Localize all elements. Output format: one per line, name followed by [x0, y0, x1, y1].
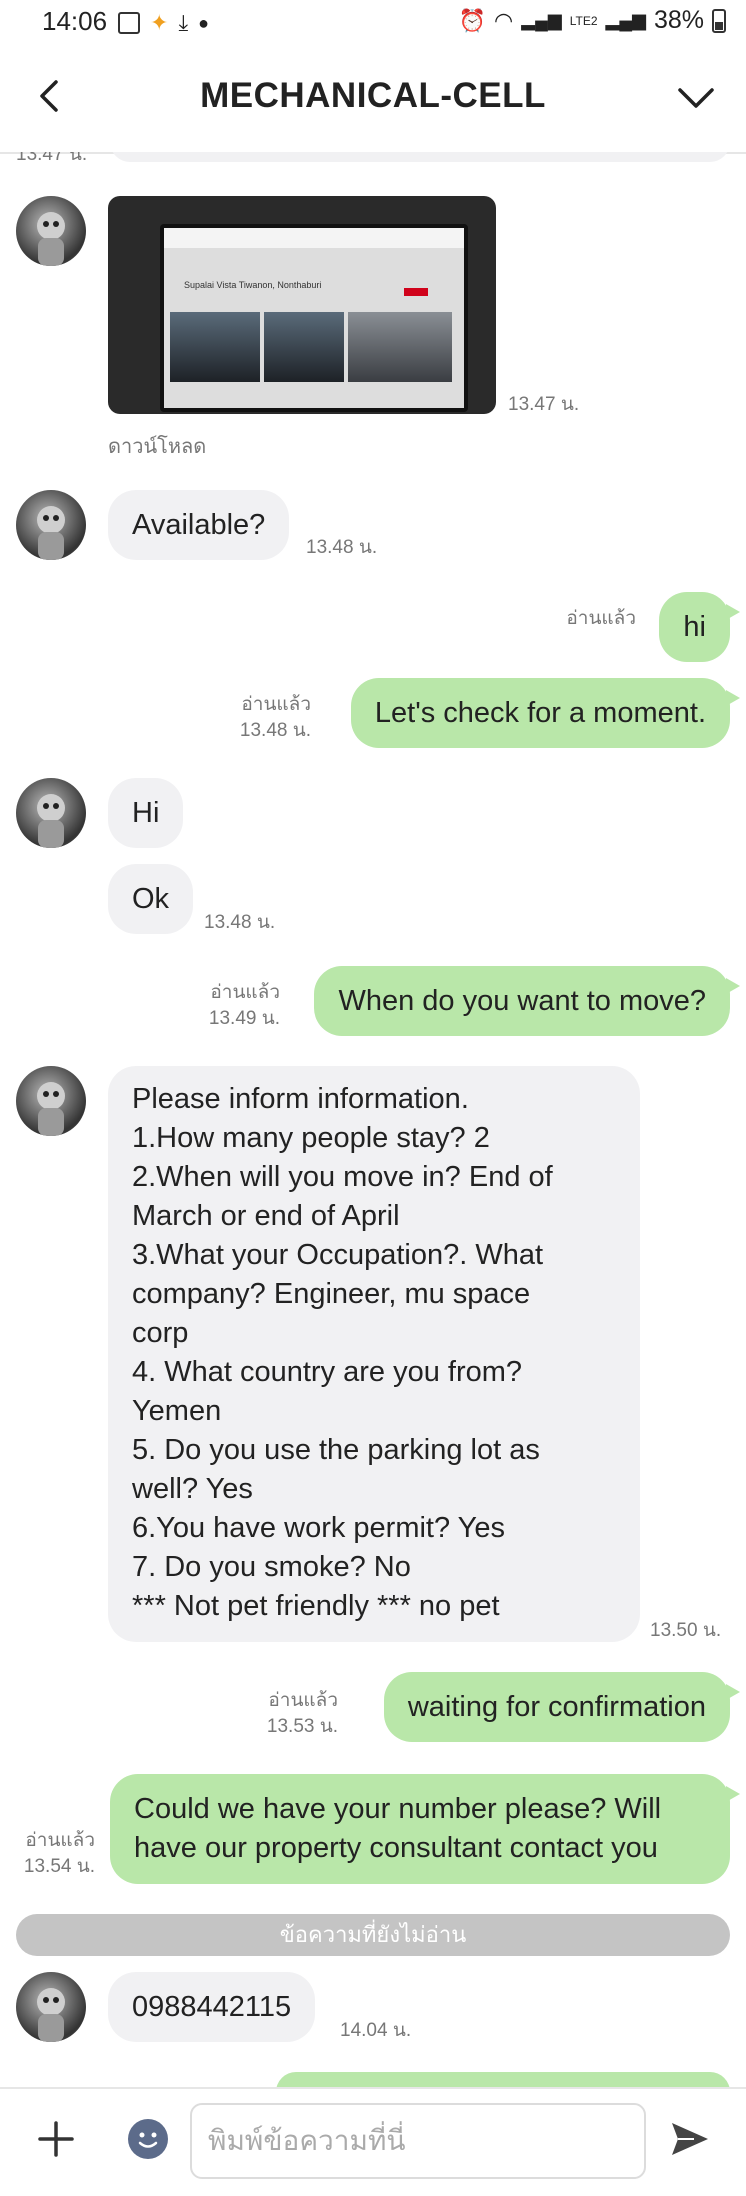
status-time: 14:06	[42, 6, 108, 36]
message-timestamp: 13.48 น.	[306, 537, 378, 558]
message-line: corp	[132, 1317, 189, 1349]
read-receipt: อ่านแล้ว	[268, 1690, 338, 1711]
send-icon[interactable]	[668, 2119, 712, 2159]
message-line: 7. Do you smoke? No	[132, 1551, 411, 1583]
message-timestamp: 13.48 น.	[239, 720, 311, 741]
emoji-icon[interactable]	[128, 2119, 168, 2159]
message-line: Please inform information.	[132, 1083, 469, 1115]
wifi-icon: ◠	[494, 7, 514, 33]
download-link[interactable]: ดาวน์โหลด	[108, 434, 206, 460]
partial-bubble	[110, 152, 730, 162]
message-bubble-incoming[interactable]: Ok	[108, 864, 194, 934]
message-bubble-incoming[interactable]: Please inform information. 1.How many pe…	[108, 1066, 640, 1642]
message-line: *** Not pet friendly *** no pet	[132, 1590, 500, 1622]
photo-room-image	[264, 312, 344, 382]
network-label: LTE2	[569, 13, 598, 28]
message-timestamp: 13.54 น.	[23, 1856, 95, 1877]
message-bubble-outgoing[interactable]: Could we have your number please? Will h…	[110, 1774, 740, 1884]
message-line: 2.When will you move in? End of	[132, 1161, 553, 1193]
chevron-down-icon[interactable]	[676, 80, 716, 114]
status-icons-right: ⏰ ◠ ▂▄▆ LTE2 ▂▄▆ 38%	[459, 6, 726, 35]
message-timestamp: 13.53 น.	[266, 1716, 338, 1737]
message-timestamp: 13.48 น.	[204, 912, 276, 933]
message-timestamp: 13.50 น.	[650, 1620, 722, 1641]
app-icon: ✦	[150, 10, 169, 35]
message-line: 1.How many people stay? 2	[132, 1122, 490, 1154]
chat-header: MECHANICAL-CELL	[0, 46, 746, 154]
avatar[interactable]	[16, 1972, 86, 2042]
battery-percent: 38%	[653, 6, 704, 34]
read-receipt: อ่านแล้ว	[566, 608, 636, 629]
download-icon: ⤓	[178, 10, 189, 35]
message-timestamp: 13.49 น.	[208, 1008, 280, 1029]
unread-divider: ข้อความที่ยังไม่อ่าน	[16, 1914, 730, 1956]
message-line: company? Engineer, mu space	[132, 1278, 531, 1310]
signal-icon-2: ▂▄▆	[605, 10, 646, 30]
message-line: 5. Do you use the parking lot as	[132, 1434, 540, 1466]
photo-screen: Supalai Vista Tiwanon, Nonthaburi	[160, 224, 468, 412]
avatar[interactable]	[16, 778, 86, 848]
status-bar: 14:06 ✦ ⤓ ● ⏰ ◠ ▂▄▆ LTE2 ▂▄▆ 38%	[0, 0, 746, 46]
message-bubble-outgoing[interactable]: Let's check for a moment.	[350, 678, 741, 748]
chat-scroll-area[interactable]: 13.47 น. Supalai Vista Tiwanon, Nonthabu…	[0, 152, 746, 2087]
read-receipt: อ่านแล้ว	[25, 1830, 95, 1851]
message-input[interactable]: พิมพ์ข้อความที่นี่	[190, 2103, 646, 2179]
message-line: March or end of April	[132, 1200, 400, 1232]
photo-room-image	[170, 312, 260, 382]
photo-room-image	[348, 312, 452, 382]
battery-icon	[712, 8, 726, 33]
message-line: 6.You have work permit? Yes	[132, 1512, 505, 1544]
message-bubble-incoming[interactable]: Available?	[108, 490, 290, 560]
signal-icon: ▂▄▆	[521, 10, 562, 30]
message-line: 4. What country are you from?	[132, 1356, 523, 1388]
photo-screen-title: Supalai Vista Tiwanon, Nonthaburi	[184, 280, 322, 290]
message-input-bar: พิมพ์ข้อความที่นี่	[0, 2087, 746, 2196]
message-line: Yemen	[132, 1395, 222, 1427]
message-line: Could we have your number please? Will	[134, 1793, 662, 1825]
alarm-icon: ⏰	[458, 7, 487, 33]
message-bubble-incoming[interactable]: Hi	[108, 778, 184, 848]
photo-button	[404, 288, 428, 296]
message-line: well? Yes	[132, 1473, 253, 1505]
message-bubble-outgoing[interactable]: hi	[659, 592, 740, 662]
avatar[interactable]	[16, 196, 86, 266]
partial-bubble	[276, 2072, 730, 2087]
message-bubble-outgoing[interactable]: waiting for confirmation	[383, 1672, 741, 1742]
read-receipt: อ่านแล้ว	[241, 694, 311, 715]
message-bubble-outgoing[interactable]: When do you want to move?	[314, 966, 740, 1036]
status-icons-left: ✦ ⤓ ●	[118, 10, 209, 36]
message-bubble-incoming[interactable]: 0988442115	[108, 1972, 316, 2042]
avatar[interactable]	[16, 490, 86, 560]
avatar[interactable]	[16, 1066, 86, 1136]
chat-title: MECHANICAL-CELL	[200, 76, 546, 115]
message-timestamp: 14.04 น.	[340, 2020, 412, 2041]
read-receipt: อ่านแล้ว	[210, 982, 280, 1003]
message-line: have our property consultant contact you	[134, 1832, 658, 1864]
partial-timestamp: 13.47 น.	[16, 152, 88, 165]
photo-timestamp: 13.47 น.	[508, 394, 580, 415]
message-line: 3.What your Occupation?. What	[132, 1239, 544, 1271]
gallery-icon	[118, 12, 140, 34]
plus-icon[interactable]	[36, 2119, 76, 2159]
photo-message[interactable]: Supalai Vista Tiwanon, Nonthaburi	[108, 196, 496, 414]
dot-icon: ●	[198, 12, 210, 33]
photo-browser-bar	[164, 228, 464, 248]
